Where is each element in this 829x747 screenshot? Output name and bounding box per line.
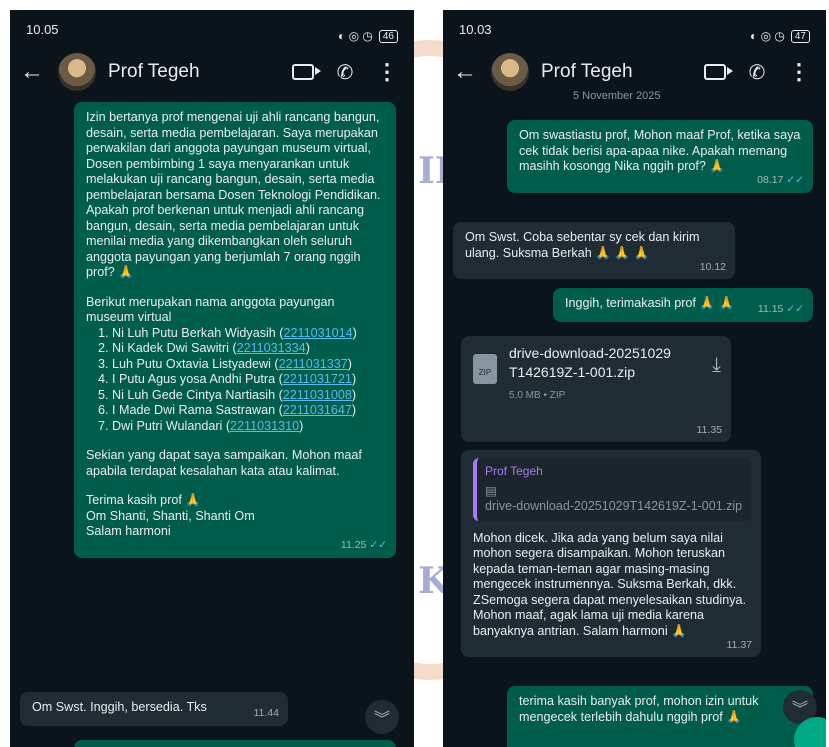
date-chip: 5 November 2025 <box>573 90 661 102</box>
back-arrow-icon[interactable]: ← <box>20 58 46 86</box>
avatar[interactable] <box>58 53 96 91</box>
status-time: 10.03 <box>459 22 492 37</box>
contact-name[interactable]: Prof Tegeh <box>541 61 688 83</box>
nim-link[interactable]: 2211031647 <box>283 403 352 417</box>
quoted-message[interactable]: Prof Tegeh ▤ drive-download-20251029T1426… <box>473 458 751 521</box>
menu-icon[interactable]: ⋮ <box>372 59 402 85</box>
message-text: Om Swst. Inggih, bersedia. Tks <box>32 700 207 714</box>
right-phone-screenshot: 10.03 ◐ ◎ ◷ 47 ← Prof Tegeh ✆ ⋮ 5 Novemb… <box>443 10 826 747</box>
menu-icon[interactable]: ⋮ <box>784 59 814 85</box>
voice-call-button[interactable]: ✆ <box>742 60 772 85</box>
member-item: I Made Dwi Rama Sastrawan (2211031647) <box>112 403 386 419</box>
file-name: drive-download-20251029 T142619Z-1-001.z… <box>509 345 671 380</box>
video-call-button[interactable] <box>700 64 733 80</box>
read-ticks-icon: ✓✓ <box>786 303 804 315</box>
contact-name[interactable]: Prof Tegeh <box>108 61 276 83</box>
outgoing-message[interactable]: Izin bertanya prof mengenai uji ahli ran… <box>74 102 396 558</box>
file-attachment[interactable]: ZIP drive-download-20251029 T142619Z-1-0… <box>473 344 721 404</box>
nim-link[interactable]: 2211031721 <box>283 372 352 386</box>
left-phone-screenshot: 10.05 ◐ ◎ ◷ 46 ← Prof Tegeh ✆ ⋮ Izin ber… <box>10 10 414 747</box>
double-chevron-down-icon: ︾ <box>373 711 390 728</box>
message-text: Om Swst. Coba sebentar sy cek dan kirim … <box>465 230 700 260</box>
chat-area: 5 November 2025 Om swastiastu prof, Moho… <box>443 90 826 747</box>
voice-call-button[interactable]: ✆ <box>330 60 360 85</box>
outgoing-message-partial <box>74 740 396 747</box>
message-text: Sekian yang dapat saya sampaikan. Mohon … <box>86 448 362 478</box>
member-list: Ni Luh Putu Berkah Widyasih (2211031014)… <box>86 326 386 435</box>
back-arrow-icon[interactable]: ← <box>453 58 479 86</box>
message-text: terima kasih banyak prof, mohon izin unt… <box>519 694 759 724</box>
member-item: Dwi Putri Wulandari (2211031310) <box>112 419 386 435</box>
message-time: 11.15 ✓✓ <box>757 303 804 315</box>
avatar[interactable] <box>491 53 529 91</box>
quote-file: ▤ drive-download-20251029T142619Z-1-001.z… <box>485 483 743 514</box>
message-time: 10.12 <box>699 260 726 273</box>
quote-author: Prof Tegeh <box>485 464 543 478</box>
document-icon: ▤ <box>485 483 497 498</box>
outgoing-message[interactable]: Inggih, terimakasih prof 🙏 🙏 11.15 ✓✓ <box>553 288 813 322</box>
outgoing-message[interactable]: Om swastiastu prof, Mohon maaf Prof, ket… <box>507 120 813 193</box>
member-item: Luh Putu Oxtavia Listyadewi (2211031337) <box>112 357 386 373</box>
message-text: Berikut merupakan nama anggota payungan … <box>86 294 335 325</box>
chat-area: Izin bertanya prof mengenai uji ahli ran… <box>10 94 414 747</box>
nim-link[interactable]: 2211031337 <box>279 357 348 371</box>
chat-header: ← Prof Tegeh ✆ ⋮ <box>10 50 414 94</box>
outgoing-message[interactable]: terima kasih banyak prof, mohon izin unt… <box>507 686 813 747</box>
member-item: Ni Luh Putu Berkah Widyasih (2211031014) <box>112 326 386 342</box>
message-text: Om Shanti, Shanti, Shanti Om <box>86 508 255 523</box>
read-ticks-icon: ✓✓ <box>369 539 387 551</box>
message-time: 11.25 ✓✓ <box>340 539 387 551</box>
video-camera-icon <box>292 64 321 80</box>
member-item: I Putu Agus yosa Andhi Putra (2211031721… <box>112 372 386 388</box>
nim-link[interactable]: 2211031014 <box>284 326 353 340</box>
zip-file-icon: ZIP <box>473 354 497 384</box>
message-text: Om swastiastu prof, Mohon maaf Prof, ket… <box>519 128 801 173</box>
message-text: Terima kasih prof 🙏 <box>86 493 202 507</box>
scroll-down-button[interactable]: ︾ <box>365 700 399 734</box>
nim-link[interactable]: 2211031334 <box>237 341 306 355</box>
status-bar: 10.05 ◐ ◎ ◷ 46 <box>10 10 414 50</box>
status-bar: 10.03 ◐ ◎ ◷ 47 <box>443 10 826 50</box>
message-time: 11.44 <box>253 707 280 719</box>
message-text: Izin bertanya prof mengenai uji ahli ran… <box>86 110 381 279</box>
message-text: Inggih, terimakasih prof 🙏 🙏 <box>565 296 735 310</box>
incoming-message[interactable]: Om Swst. Coba sebentar sy cek dan kirim … <box>453 222 735 279</box>
battery-icon: 47 <box>790 29 810 43</box>
signal-icon: ◐ ◎ ◷ <box>750 29 785 43</box>
download-icon[interactable]: ⤓ <box>712 355 721 374</box>
double-chevron-down-icon: ︾ <box>791 701 808 718</box>
message-time: 11.37 <box>726 638 753 651</box>
message-text: Mohon dicek. Jika ada yang belum saya ni… <box>473 530 747 638</box>
nim-link[interactable]: 2211031310 <box>230 419 299 433</box>
member-item: Ni Luh Gede Cintya Nartiasih (2211031008… <box>112 388 386 404</box>
signal-icon: ◐ ◎ ◷ <box>338 29 373 43</box>
message-time: 11.35 <box>696 423 723 436</box>
message-time: 08.17 ✓✓ <box>757 174 804 186</box>
battery-icon: 46 <box>378 29 398 43</box>
incoming-message[interactable]: Om Swst. Inggih, bersedia. Tks 11.44 <box>20 692 288 726</box>
file-message[interactable]: ZIP drive-download-20251029 T142619Z-1-0… <box>461 336 731 442</box>
video-call-button[interactable] <box>288 64 321 80</box>
member-item: Ni Kadek Dwi Sawitri (2211031334) <box>112 341 386 357</box>
chat-header: ← Prof Tegeh ✆ ⋮ <box>443 50 826 94</box>
incoming-message[interactable]: Prof Tegeh ▤ drive-download-20251029T1426… <box>461 450 761 657</box>
read-ticks-icon: ✓✓ <box>786 174 804 186</box>
nim-link[interactable]: 2211031008 <box>283 388 352 402</box>
video-camera-icon <box>704 64 733 80</box>
status-time: 10.05 <box>26 22 59 37</box>
file-meta: 5,0 MB • ZIP <box>509 390 566 401</box>
status-icons: ◐ ◎ ◷ 47 <box>750 22 810 50</box>
status-icons: ◐ ◎ ◷ 46 <box>338 22 398 50</box>
